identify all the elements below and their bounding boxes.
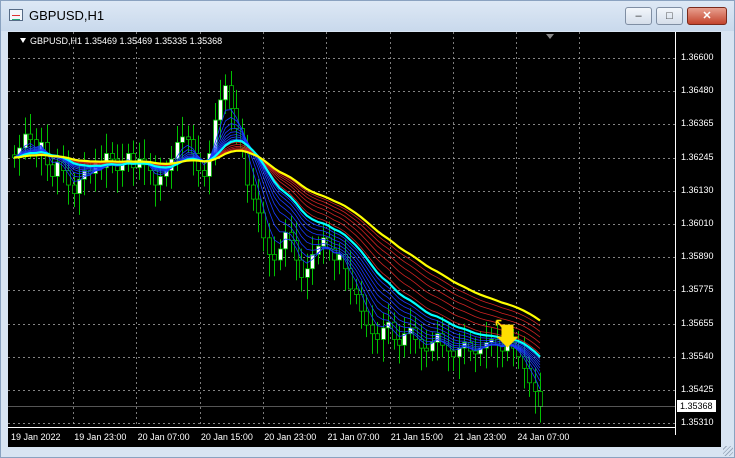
price-tick-label: 1.36600 bbox=[681, 52, 714, 62]
time-tick-label: 21 Jan 23:00 bbox=[454, 432, 507, 442]
candle-body bbox=[310, 254, 315, 270]
title-bar[interactable]: GBPUSD,H1 – □ ✕ bbox=[1, 1, 734, 31]
candle-body bbox=[158, 175, 163, 186]
close-button[interactable]: ✕ bbox=[687, 7, 727, 25]
candle-body bbox=[533, 382, 538, 392]
time-tick-label: 24 Jan 07:00 bbox=[517, 432, 570, 442]
chart-window-icon bbox=[9, 9, 23, 21]
candle-body bbox=[267, 237, 272, 255]
price-tick-label: 1.36130 bbox=[681, 184, 714, 195]
candle-body bbox=[272, 254, 277, 261]
candle-body bbox=[223, 85, 228, 101]
price-tick-label: 1.35655 bbox=[681, 317, 714, 328]
candle-body bbox=[72, 184, 77, 194]
price-chart[interactable] bbox=[8, 32, 721, 447]
candle-body bbox=[256, 198, 261, 214]
candle-body bbox=[186, 136, 191, 141]
price-tick-label: 1.36010 bbox=[681, 218, 714, 228]
chart-info-line: GBPUSD,H1 1.35469 1.35469 1.35335 1.3536… bbox=[20, 36, 222, 46]
chart-window: GBPUSD,H1 – □ ✕ GBPUSD,H1 1.35469 1.3546… bbox=[0, 0, 735, 458]
candle-body bbox=[370, 324, 375, 335]
candle-body bbox=[55, 161, 60, 177]
candle-body bbox=[424, 347, 429, 352]
candle-body bbox=[77, 178, 82, 194]
price-tick-label: 1.35890 bbox=[681, 251, 714, 262]
time-tick-label: 20 Jan 23:00 bbox=[264, 432, 317, 442]
price-tick-label: 1.36365 bbox=[681, 118, 714, 129]
candle-body bbox=[294, 240, 299, 261]
chart-background bbox=[8, 32, 721, 447]
price-tick-label: 1.36480 bbox=[681, 85, 714, 96]
chart-info-text: GBPUSD,H1 1.35469 1.35469 1.35335 1.3536… bbox=[30, 36, 223, 46]
time-tick-label: 19 Jan 23:00 bbox=[74, 432, 127, 442]
time-tick-label: 21 Jan 07:00 bbox=[327, 432, 380, 442]
candle-body bbox=[180, 136, 185, 143]
candle-body bbox=[283, 231, 288, 250]
price-tick-label: 1.36245 bbox=[681, 151, 714, 162]
chart-canvas[interactable]: GBPUSD,H1 1.35469 1.35469 1.35335 1.3536… bbox=[8, 32, 721, 447]
candle-body bbox=[451, 350, 456, 358]
candle-body bbox=[218, 99, 223, 121]
candle-body bbox=[397, 339, 402, 346]
candle-body bbox=[66, 170, 71, 186]
candle-body bbox=[229, 85, 234, 109]
window-title: GBPUSD,H1 bbox=[29, 8, 105, 23]
candle-body bbox=[251, 184, 256, 200]
candle-body bbox=[50, 164, 55, 177]
candle-body bbox=[364, 310, 369, 326]
price-tick-label: 1.35425 bbox=[681, 384, 714, 394]
time-tick-label: 20 Jan 07:00 bbox=[137, 432, 190, 442]
candle-body bbox=[202, 170, 207, 177]
candle-body bbox=[473, 350, 478, 355]
candle-body bbox=[375, 333, 380, 340]
minimize-button[interactable]: – bbox=[625, 7, 652, 25]
candle-body bbox=[299, 259, 304, 278]
time-tick-label: 21 Jan 15:00 bbox=[390, 432, 443, 442]
price-tick-label: 1.35775 bbox=[681, 284, 714, 295]
candle-body bbox=[278, 248, 283, 261]
candle-body bbox=[110, 153, 115, 160]
resize-grip[interactable] bbox=[723, 446, 733, 456]
candle-body bbox=[381, 327, 386, 340]
price-tick-label: 1.35540 bbox=[681, 350, 714, 361]
time-tick-label: 19 Jan 2022 bbox=[11, 432, 61, 442]
maximize-button[interactable]: □ bbox=[656, 7, 683, 25]
candle-body bbox=[28, 133, 33, 141]
candle-body bbox=[354, 288, 359, 295]
candle-body bbox=[261, 212, 266, 239]
collapse-triangle-icon[interactable] bbox=[20, 38, 26, 43]
candle-body bbox=[538, 391, 543, 407]
candle-body bbox=[305, 268, 310, 278]
time-tick-label: 20 Jan 15:00 bbox=[200, 432, 253, 442]
price-tick-label: 1.35310 bbox=[681, 417, 714, 428]
current-price-label: 1.35368 bbox=[677, 400, 716, 413]
